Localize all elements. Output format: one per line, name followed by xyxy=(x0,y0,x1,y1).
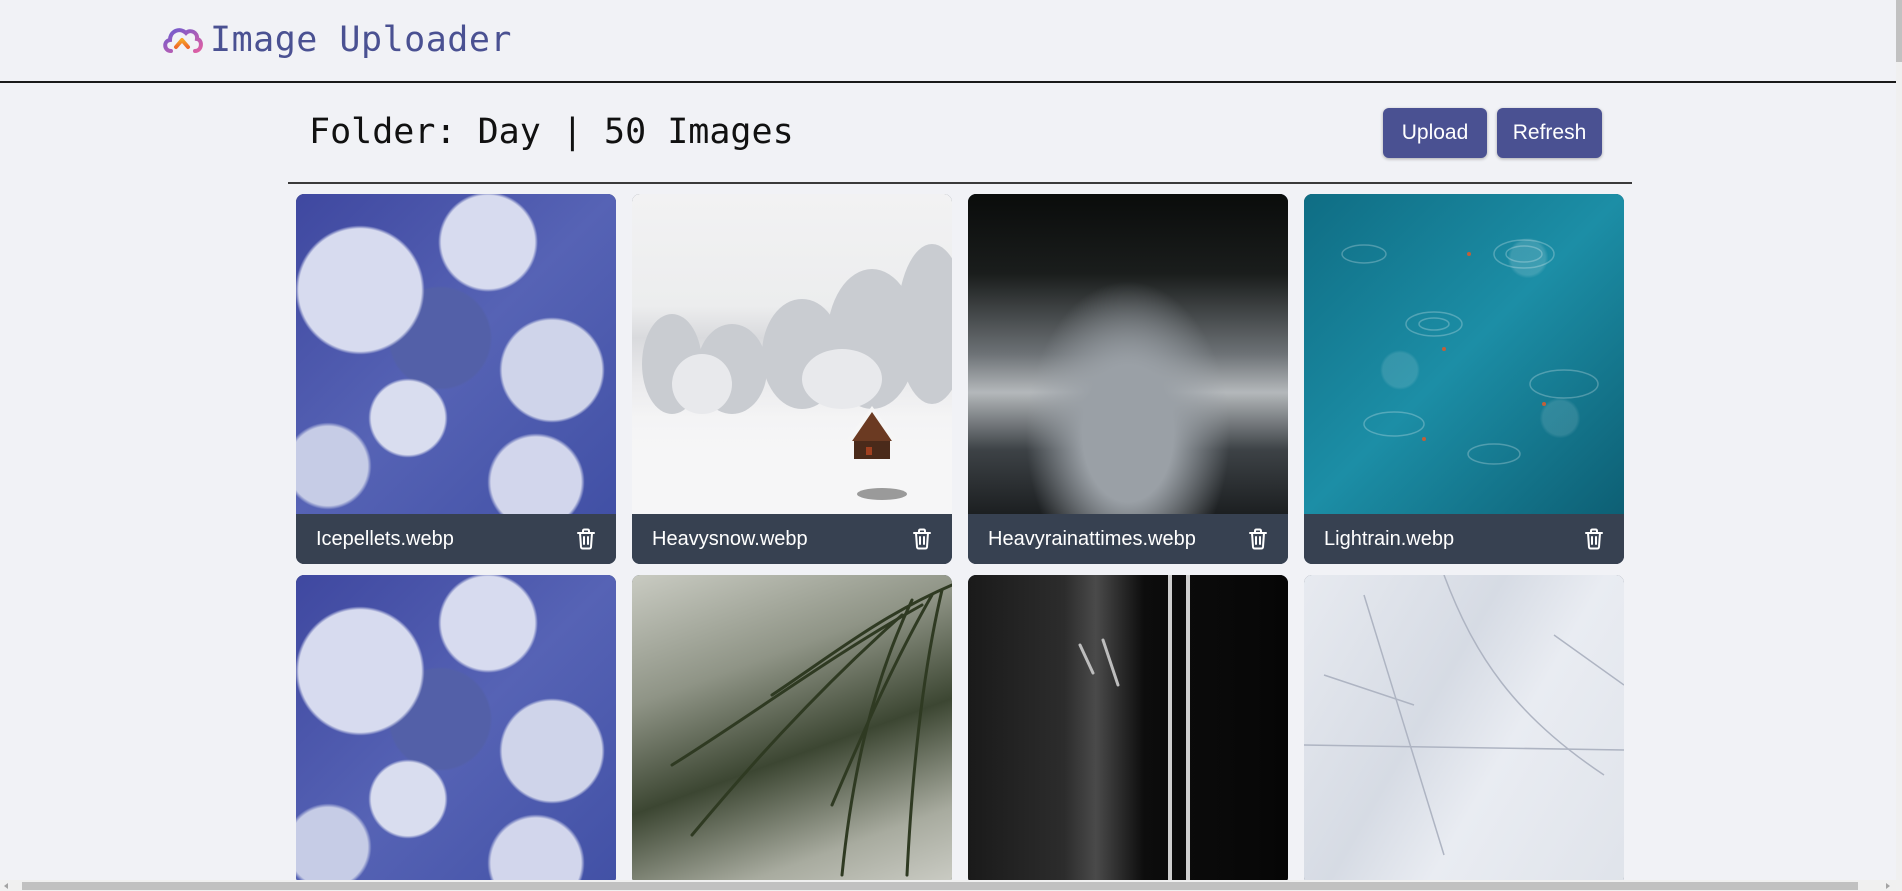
image-caption: Heavyrainattimes.webp xyxy=(968,514,1288,564)
brand[interactable]: Image Uploader xyxy=(160,20,512,60)
image-filename: Icepellets.webp xyxy=(316,527,454,550)
folder-header: Folder: Day | 50 Images Upload Refresh xyxy=(288,98,1632,184)
trash-icon[interactable] xyxy=(1248,528,1268,550)
navbar: Image Uploader xyxy=(0,0,1896,83)
pine-graphic xyxy=(670,583,952,877)
image-filename: Heavyrainattimes.webp xyxy=(988,527,1196,550)
vertical-scrollbar[interactable] xyxy=(1896,0,1902,880)
image-filename: Lightrain.webp xyxy=(1324,527,1455,550)
horizontal-scrollbar[interactable] xyxy=(0,880,1902,891)
app-title: Image Uploader xyxy=(210,20,513,60)
refresh-button[interactable]: Refresh xyxy=(1497,108,1602,158)
image-card[interactable] xyxy=(296,575,616,885)
image-thumbnail[interactable] xyxy=(296,194,616,514)
trash-icon[interactable] xyxy=(576,528,596,550)
ripple-graphic xyxy=(1341,239,1599,465)
cloud-upload-icon xyxy=(163,28,203,59)
dark-rain-graphic xyxy=(1078,575,1190,885)
folder-title: Folder: Day | 50 Images xyxy=(309,112,794,152)
upload-button[interactable]: Upload xyxy=(1383,108,1487,158)
image-thumbnail[interactable] xyxy=(1304,194,1624,514)
frost-graphic xyxy=(1304,575,1624,856)
image-thumbnail[interactable] xyxy=(296,575,616,885)
image-thumbnail[interactable] xyxy=(632,575,952,885)
image-card[interactable]: Lightrain.webp xyxy=(1304,194,1624,564)
image-filename: Heavysnow.webp xyxy=(652,527,808,550)
snow-scene-graphic xyxy=(632,244,952,514)
image-thumbnail[interactable] xyxy=(968,575,1288,885)
trash-icon[interactable] xyxy=(912,528,932,550)
horizontal-scrollbar-thumb[interactable] xyxy=(22,882,1858,890)
image-grid: Icepellets.webp Heavysnow.webp Heavyrain… xyxy=(296,194,1624,885)
image-thumbnail[interactable] xyxy=(632,194,952,514)
vertical-scrollbar-thumb[interactable] xyxy=(1896,0,1902,62)
scroll-right-icon[interactable] xyxy=(1886,883,1890,889)
image-card[interactable]: Icepellets.webp xyxy=(296,194,616,564)
trash-icon[interactable] xyxy=(1584,528,1604,550)
image-caption: Icepellets.webp xyxy=(296,514,616,564)
image-thumbnail[interactable] xyxy=(968,194,1288,514)
image-caption: Lightrain.webp xyxy=(1304,514,1624,564)
image-card[interactable] xyxy=(1304,575,1624,885)
image-card[interactable]: Heavyrainattimes.webp xyxy=(968,194,1288,564)
image-card[interactable]: Heavysnow.webp xyxy=(632,194,952,564)
image-card[interactable] xyxy=(968,575,1288,885)
image-card[interactable] xyxy=(632,575,952,885)
image-caption: Heavysnow.webp xyxy=(632,514,952,564)
scroll-left-icon[interactable] xyxy=(4,883,8,889)
image-thumbnail[interactable] xyxy=(1304,575,1624,885)
